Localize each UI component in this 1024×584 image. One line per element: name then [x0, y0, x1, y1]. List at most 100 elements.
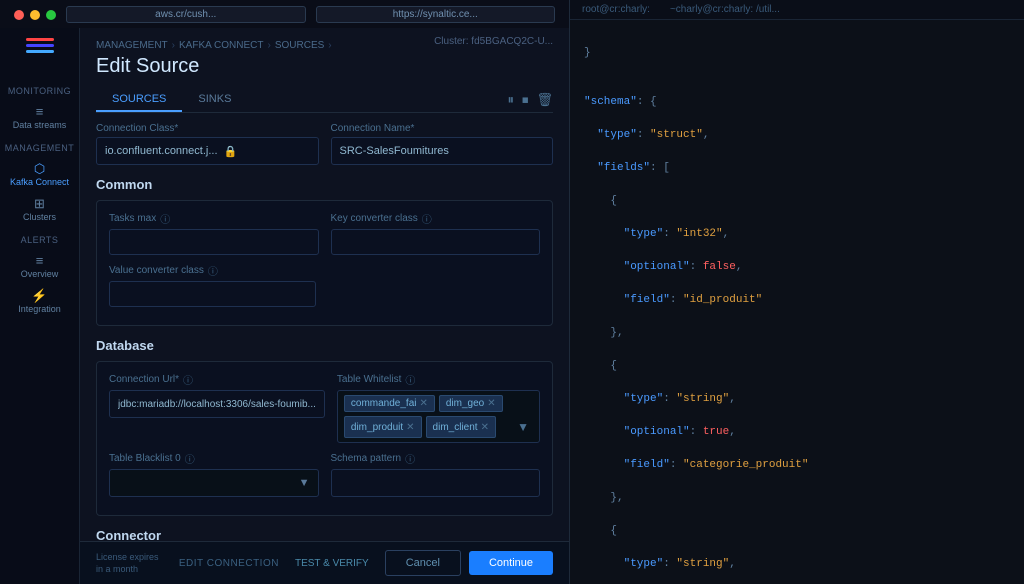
- continue-button[interactable]: Continue: [469, 551, 553, 575]
- cancel-button[interactable]: Cancel: [385, 550, 461, 576]
- value-converter-label: Value converter class ⓘ: [109, 263, 316, 278]
- license-info: License expires in a month: [96, 552, 159, 574]
- connection-name-input[interactable]: SRC-SalesFoumitures: [331, 137, 554, 165]
- connection-class-field: Connection Class* io.confluent.connect.j…: [96, 123, 319, 165]
- maximize-dot: [46, 10, 56, 20]
- connection-class-label: Connection Class*: [96, 123, 319, 134]
- logo-line-cyan: [26, 50, 54, 53]
- sidebar-item-label: Integration: [18, 304, 61, 314]
- tasks-max-input[interactable]: [109, 229, 319, 255]
- close-dot: [14, 10, 24, 20]
- management-section-label: MANAGEMENT: [0, 143, 79, 153]
- sidebar-item-label: Clusters: [23, 212, 56, 222]
- schema-pattern-info-icon[interactable]: ⓘ: [405, 451, 415, 466]
- value-converter-info-icon[interactable]: ⓘ: [208, 263, 218, 278]
- license-line1: License expires: [96, 552, 159, 562]
- sidebar-item-label: Kafka Connect: [10, 177, 69, 187]
- delete-icon[interactable]: 🗑: [536, 92, 553, 108]
- sidebar-item-clusters[interactable]: ⊞ Clusters: [0, 192, 79, 227]
- database-section: Connection Url* ⓘ jdbc:mariadb://localho…: [96, 361, 553, 516]
- cluster-badge: Cluster: fd5BGACQ2C-U...: [434, 36, 553, 47]
- tab-bar: SOURCES SINKS ⏸ ⏹ 🗑: [96, 88, 553, 113]
- sidebar-item-kafka-connect[interactable]: ⬡ Kafka Connect: [0, 157, 79, 192]
- key-converter-info-icon[interactable]: ⓘ: [422, 211, 432, 226]
- common-row-2: Value converter class ⓘ: [109, 263, 540, 307]
- edit-connection-label[interactable]: EDIT CONNECTION: [179, 558, 279, 569]
- clusters-icon: ⊞: [34, 197, 45, 210]
- connection-name-label: Connection Name*: [331, 123, 554, 134]
- browser-controls: [14, 10, 56, 20]
- bottom-actions: EDIT CONNECTION TEST & VERIFY Cancel Con…: [179, 550, 553, 576]
- browser-tab-bar: aws.cr/cush... https://synaltic.ce...: [0, 0, 569, 30]
- lock-icon: 🔒: [224, 145, 238, 158]
- tasks-max-info-icon[interactable]: ⓘ: [160, 211, 170, 226]
- tag-dim-client: dim_client ✕: [426, 416, 496, 438]
- pause-icon[interactable]: ⏸: [507, 92, 514, 108]
- tag-close-commande-fai[interactable]: ✕: [419, 398, 427, 409]
- tag-close-dim-produit[interactable]: ✕: [406, 422, 414, 433]
- overview-icon: ≡: [36, 254, 44, 267]
- tab-sources[interactable]: SOURCES: [96, 88, 182, 112]
- json-panel: root@cr:charly: ~charly@cr:charly: /util…: [570, 0, 1024, 584]
- json-header-right: ~charly@cr:charly: /util...: [670, 4, 780, 15]
- tag-close-dim-client[interactable]: ✕: [481, 422, 489, 433]
- whitelist-dropdown-arrow[interactable]: ▼: [513, 416, 533, 438]
- key-converter-label: Key converter class ⓘ: [331, 211, 541, 226]
- stop-icon[interactable]: ⏹: [522, 92, 529, 108]
- test-verify-button[interactable]: TEST & VERIFY: [287, 554, 377, 573]
- sidebar-item-overview[interactable]: ≡ Overview: [0, 249, 79, 284]
- connection-url-input[interactable]: jdbc:mariadb://localhost:3306/sales-foum…: [109, 390, 325, 418]
- table-whitelist-label: Table Whitelist ⓘ: [337, 372, 540, 387]
- common-row-1: Tasks max ⓘ Key converter class ⓘ: [109, 211, 540, 255]
- sidebar-item-label: Overview: [21, 269, 59, 279]
- connection-class-value: io.confluent.connect.j...: [105, 145, 218, 157]
- table-whitelist-info-icon[interactable]: ⓘ: [405, 372, 415, 387]
- schema-pattern-field: Schema pattern ⓘ: [331, 451, 541, 497]
- kafka-connect-icon: ⬡: [34, 162, 45, 175]
- json-header-left: root@cr:charly:: [582, 4, 650, 15]
- alerts-section-label: ALERTS: [0, 235, 79, 245]
- tag-close-dim-geo[interactable]: ✕: [487, 398, 495, 409]
- table-whitelist-input[interactable]: commande_fai ✕ dim_geo ✕ dim_produit ✕: [337, 390, 540, 443]
- sidebar-item-integration[interactable]: ⚡ Integration: [0, 284, 79, 319]
- connection-class-input[interactable]: io.confluent.connect.j... 🔒: [96, 137, 319, 165]
- db-row-2: Table Blacklist 0 ⓘ ▼ Schema pattern ⓘ: [109, 451, 540, 497]
- table-whitelist-field: Table Whitelist ⓘ commande_fai ✕ dim_geo…: [337, 372, 540, 443]
- data-streams-icon: ≡: [36, 105, 44, 118]
- value-converter-field: Value converter class ⓘ: [109, 263, 316, 307]
- tasks-max-label: Tasks max ⓘ: [109, 211, 319, 226]
- table-blacklist-label: Table Blacklist 0 ⓘ: [109, 451, 319, 466]
- logo-line-red: [26, 38, 54, 41]
- tab-sinks[interactable]: SINKS: [182, 88, 247, 112]
- monitoring-section-label: MONITORING: [0, 86, 79, 96]
- page-title: Edit Source: [96, 55, 553, 78]
- key-converter-field: Key converter class ⓘ: [331, 211, 541, 255]
- schema-pattern-input[interactable]: [331, 469, 541, 497]
- json-header: root@cr:charly: ~charly@cr:charly: /util…: [570, 0, 1024, 20]
- integration-icon: ⚡: [31, 289, 47, 302]
- tasks-max-field: Tasks max ⓘ: [109, 211, 319, 255]
- connection-url-field: Connection Url* ⓘ jdbc:mariadb://localho…: [109, 372, 325, 443]
- blacklist-dropdown-arrow: ▼: [299, 477, 310, 489]
- common-section: Tasks max ⓘ Key converter class ⓘ Va: [96, 200, 553, 326]
- table-blacklist-field: Table Blacklist 0 ⓘ ▼: [109, 451, 319, 497]
- schema-pattern-label: Schema pattern ⓘ: [331, 451, 541, 466]
- sidebar: MONITORING ≡ Data streams MANAGEMENT ⬡ K…: [0, 28, 80, 584]
- minimize-dot: [30, 10, 40, 20]
- connection-url-value: jdbc:mariadb://localhost:3306/sales-foum…: [118, 399, 316, 410]
- app-logo: [24, 38, 56, 62]
- database-section-header: Database: [96, 338, 553, 353]
- connection-url-label: Connection Url* ⓘ: [109, 372, 325, 387]
- tag-dim-produit: dim_produit ✕: [344, 416, 422, 438]
- table-blacklist-select[interactable]: ▼: [109, 469, 319, 497]
- connection-name-value: SRC-SalesFoumitures: [340, 145, 449, 157]
- tag-commande-fai: commande_fai ✕: [344, 395, 435, 412]
- table-blacklist-info-icon[interactable]: ⓘ: [185, 451, 195, 466]
- value-converter-input[interactable]: [109, 281, 316, 307]
- connection-url-info-icon[interactable]: ⓘ: [183, 372, 193, 387]
- browser-tab-1[interactable]: aws.cr/cush...: [66, 6, 306, 23]
- browser-tab-2[interactable]: https://synaltic.ce...: [316, 6, 556, 23]
- connection-name-field: Connection Name* SRC-SalesFoumitures: [331, 123, 554, 165]
- sidebar-item-data-streams[interactable]: ≡ Data streams: [0, 100, 79, 135]
- key-converter-input[interactable]: [331, 229, 541, 255]
